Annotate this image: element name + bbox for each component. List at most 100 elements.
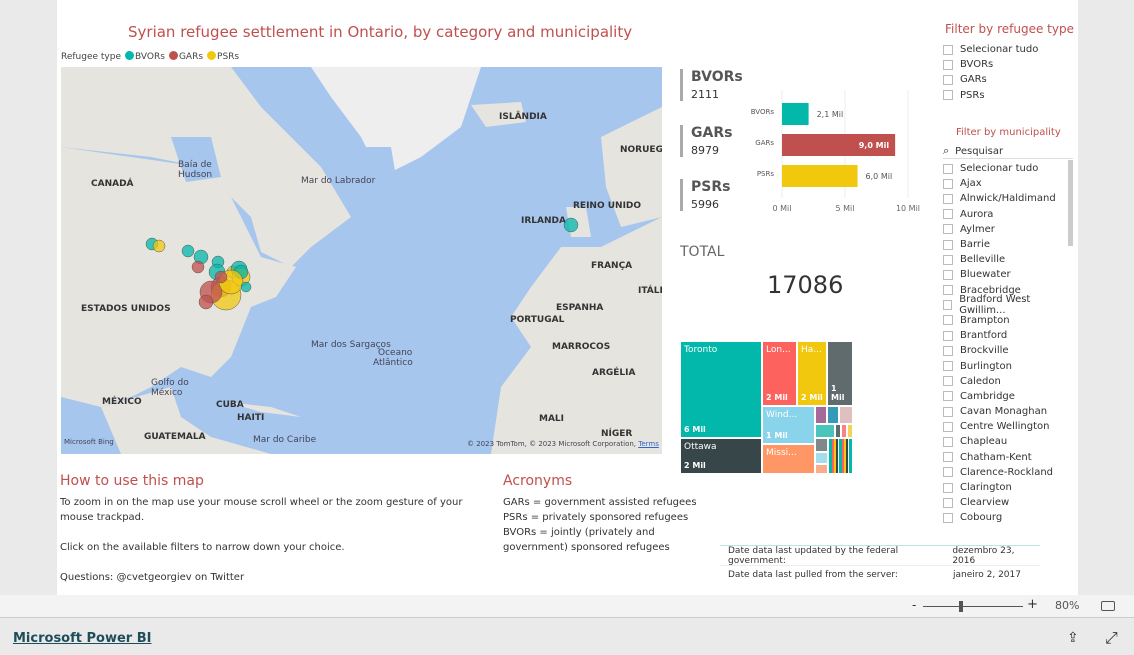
bar-psrs[interactable] xyxy=(782,165,858,187)
fullscreen-icon[interactable]: ⤢ xyxy=(1105,628,1118,648)
checkbox[interactable] xyxy=(943,406,953,417)
treemap-tile-small[interactable] xyxy=(815,406,827,424)
card-bvors: BVORs 2111 xyxy=(680,69,743,101)
checkbox[interactable] xyxy=(943,361,953,372)
filter-option[interactable]: PSRs xyxy=(943,88,1038,103)
filter-scrollbar[interactable] xyxy=(1068,160,1073,246)
filter-option[interactable]: Cambridge xyxy=(943,389,1068,404)
filter-option[interactable]: Centre Wellington xyxy=(943,419,1068,434)
legend-item-psrs[interactable]: PSRs xyxy=(207,51,239,62)
checkbox[interactable] xyxy=(943,239,953,250)
treemap-tile-small[interactable] xyxy=(815,438,828,452)
treemap-tile[interactable]: 1 Mil xyxy=(827,341,853,406)
treemap-tile[interactable]: Ottawa 2 Mil xyxy=(680,438,762,474)
municipality-search-input[interactable]: ⌕ Pesquisar xyxy=(943,144,1073,159)
filter-option[interactable]: Burlington xyxy=(943,358,1068,373)
checkbox[interactable] xyxy=(943,59,953,70)
checkbox[interactable] xyxy=(943,330,953,341)
map-bubble[interactable] xyxy=(152,239,166,253)
filter-option[interactable]: Chapleau xyxy=(943,434,1068,449)
checkbox[interactable] xyxy=(943,44,953,55)
filter-option[interactable]: BVORs xyxy=(943,57,1038,72)
checkbox[interactable] xyxy=(943,254,953,265)
map-bubble[interactable] xyxy=(563,217,579,233)
filter-option[interactable]: Bradford West Gwillim... xyxy=(943,294,1068,316)
treemap-tile-small[interactable] xyxy=(847,424,853,438)
filter-option[interactable]: Clarington xyxy=(943,480,1068,495)
filter-option[interactable]: Selecionar tudo xyxy=(943,161,1068,176)
checkbox[interactable] xyxy=(943,315,953,326)
legend-item-bvors[interactable]: BVORs xyxy=(125,51,165,62)
tile-label: Lon... xyxy=(766,345,791,355)
filter-option[interactable]: Cavan Monaghan xyxy=(943,404,1068,419)
treemap-tile[interactable]: Wind... 1 Mil xyxy=(762,406,815,444)
share-icon[interactable]: ⇪ xyxy=(1067,630,1079,646)
map-bubble[interactable] xyxy=(191,260,205,274)
checkbox[interactable] xyxy=(943,436,953,447)
filter-option[interactable]: Ajax xyxy=(943,176,1068,191)
filter-option[interactable]: Bluewater xyxy=(943,267,1068,282)
treemap-tile-small[interactable] xyxy=(839,406,853,424)
checkbox[interactable] xyxy=(943,209,953,220)
zoom-slider-thumb[interactable] xyxy=(959,601,963,612)
checkbox[interactable] xyxy=(943,482,953,493)
filter-option[interactable]: Aylmer xyxy=(943,222,1068,237)
treemap-tile-small[interactable] xyxy=(815,452,828,464)
filter-option[interactable]: Clarence-Rockland xyxy=(943,465,1068,480)
treemap-tile[interactable]: Toronto 6 Mil xyxy=(680,341,762,438)
bubble-map[interactable]: ISLÂNDIA CANADÁ Baía de Hudson Mar do Labrad… xyxy=(61,67,662,454)
zoom-in-button[interactable]: + xyxy=(1027,597,1038,612)
checkbox[interactable] xyxy=(943,74,953,85)
map-bubble[interactable] xyxy=(240,281,252,293)
filter-option[interactable]: Clearview xyxy=(943,495,1068,510)
filter-option[interactable]: Alnwick/Haldimand xyxy=(943,191,1068,206)
checkbox[interactable] xyxy=(943,90,953,101)
checkbox[interactable] xyxy=(943,376,953,387)
checkbox[interactable] xyxy=(943,467,953,478)
filter-type-list: Selecionar tudo BVORs GARs PSRs xyxy=(943,42,1038,103)
checkbox[interactable] xyxy=(943,512,953,523)
checkbox[interactable] xyxy=(943,178,953,189)
zoom-out-button[interactable]: - xyxy=(912,598,916,612)
legend-item-gars[interactable]: GARs xyxy=(168,51,203,62)
filter-option[interactable]: Chatham-Kent xyxy=(943,450,1068,465)
fit-to-page-icon[interactable] xyxy=(1101,601,1115,611)
map-bubble[interactable] xyxy=(198,294,214,310)
bar-bvors[interactable] xyxy=(782,103,809,125)
filter-option[interactable]: Barrie xyxy=(943,237,1068,252)
power-bi-link[interactable]: Microsoft Power BI xyxy=(13,631,151,646)
checkbox[interactable] xyxy=(943,421,953,432)
zoom-slider-track[interactable] xyxy=(923,606,1023,607)
map-bubble[interactable] xyxy=(181,244,195,258)
checkbox[interactable] xyxy=(943,193,953,204)
filter-option[interactable]: Cobourg xyxy=(943,510,1068,525)
checkbox[interactable] xyxy=(943,163,953,174)
checkbox[interactable] xyxy=(943,497,953,508)
filter-option[interactable]: Belleville xyxy=(943,252,1068,267)
filter-option[interactable]: Selecionar tudo xyxy=(943,42,1038,57)
checkbox[interactable] xyxy=(943,269,953,280)
checkbox[interactable] xyxy=(943,391,953,402)
map-bubble[interactable] xyxy=(214,270,228,284)
filter-option[interactable]: Caledon xyxy=(943,374,1068,389)
bar-chart[interactable]: 0 Mil 5 Mil 10 Mil BVORs 2,1 Mil GARs 9,0 Mil P… xyxy=(740,90,930,220)
treemap-tile-small[interactable] xyxy=(815,464,828,474)
terms-link[interactable]: Terms xyxy=(638,440,659,448)
treemap-tile[interactable]: Lon... 2 Mil xyxy=(762,341,797,406)
treemap-tile[interactable]: Ha... 2 Mil xyxy=(797,341,827,406)
filter-option[interactable]: Aurora xyxy=(943,207,1068,222)
checkbox[interactable] xyxy=(943,224,953,235)
filter-option[interactable]: GARs xyxy=(943,72,1038,87)
treemap[interactable]: Toronto 6 Mil Ottawa 2 Mil Lon... 2 Mil Ha... 2… xyxy=(680,341,853,474)
treemap-tile-small[interactable] xyxy=(827,406,839,424)
checkbox[interactable] xyxy=(943,452,953,463)
treemap-tile-small[interactable] xyxy=(815,424,835,438)
checkbox[interactable] xyxy=(943,345,953,356)
filter-option[interactable]: Brockville xyxy=(943,343,1068,358)
checkbox[interactable] xyxy=(943,300,953,311)
filter-option[interactable]: Brantford xyxy=(943,328,1068,343)
map-bubbles[interactable] xyxy=(61,67,662,454)
checkbox[interactable] xyxy=(943,285,953,296)
treemap-tile-small[interactable] xyxy=(828,438,853,474)
treemap-tile[interactable]: Missi... xyxy=(762,444,815,474)
